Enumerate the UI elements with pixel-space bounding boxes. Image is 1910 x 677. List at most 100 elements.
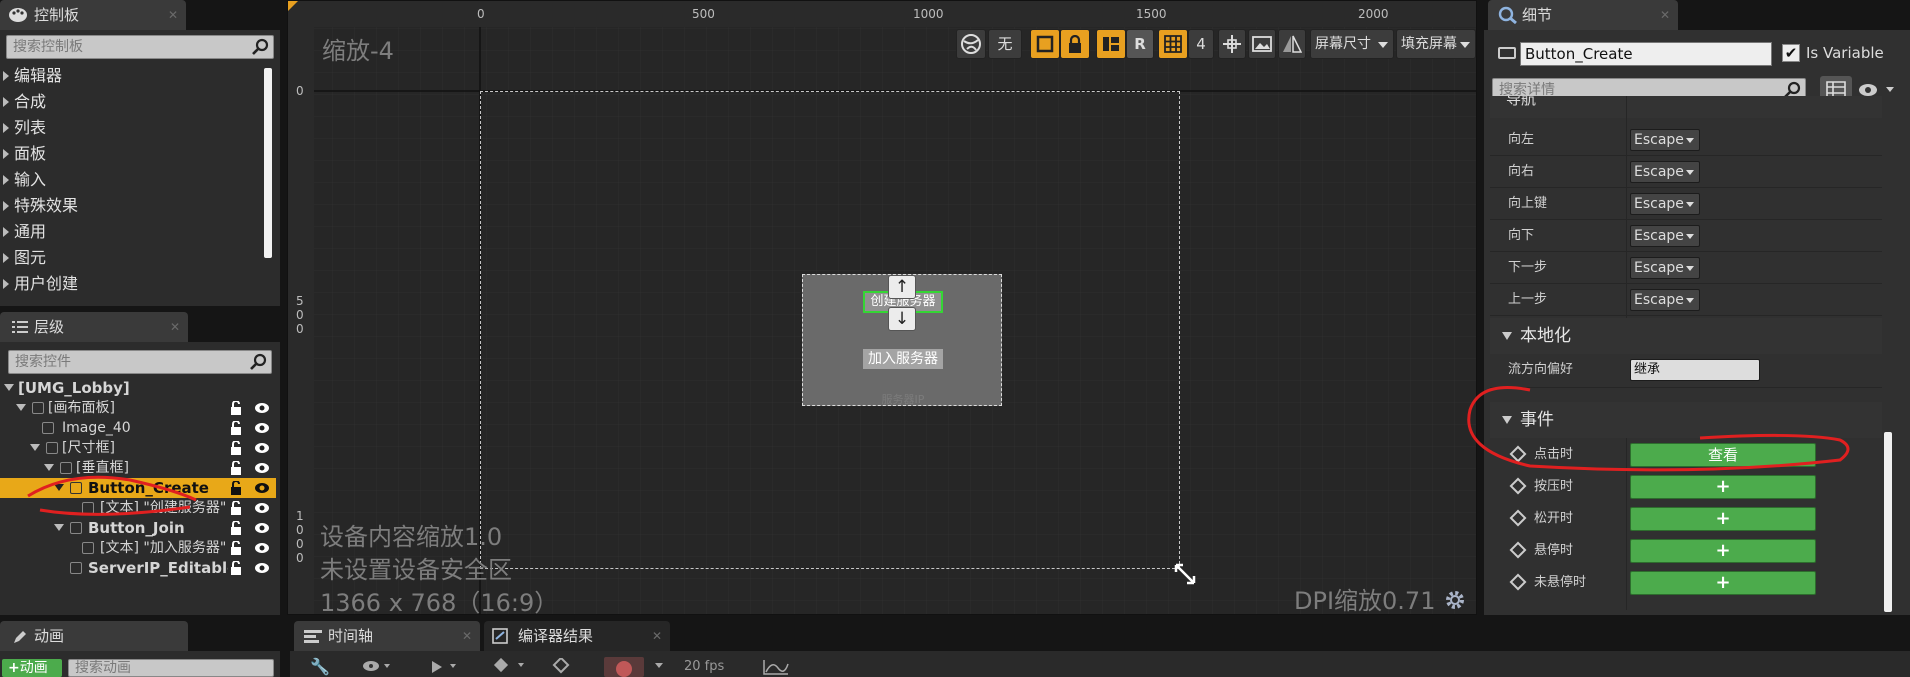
category-common[interactable]: 通用	[0, 219, 46, 245]
category-composite[interactable]: 合成	[0, 89, 46, 115]
close-icon[interactable]: ✕	[462, 621, 472, 651]
animation-tab[interactable]: 动画	[0, 621, 188, 651]
close-icon[interactable]: ✕	[168, 0, 178, 30]
screen-size-dropdown[interactable]: 屏幕尺寸	[1310, 29, 1394, 59]
server-ip-input[interactable]: 服务器IP	[843, 391, 963, 407]
unlock-icon[interactable]	[230, 461, 242, 475]
expand-arrow-icon[interactable]	[44, 464, 54, 471]
hierarchy-item-text-create[interactable]: [文本] "创建服务器"	[0, 498, 276, 518]
search-icon[interactable]	[251, 38, 269, 56]
join-server-button[interactable]: 加入服务器	[863, 349, 943, 369]
events-section-header[interactable]: 事件	[1490, 402, 1882, 438]
unlock-icon[interactable]	[230, 441, 242, 455]
visibility-eye-icon[interactable]	[254, 481, 270, 495]
palette-scrollbar[interactable]	[264, 68, 272, 258]
unlock-icon[interactable]	[230, 401, 242, 415]
hierarchy-item-button-create[interactable]: Button_Create	[0, 478, 276, 498]
unlock-icon[interactable]	[230, 501, 242, 515]
add-event-button[interactable]: +	[1630, 539, 1816, 563]
hierarchy-item-canvas[interactable]: [画布面板]	[0, 398, 276, 418]
hierarchy-item-serverip[interactable]: ServerIP_Editable	[0, 558, 276, 578]
vertical-box-widget[interactable]: 创建服务器 ↑ ↓ 加入服务器 服务器IP	[802, 274, 1002, 406]
details-scrollbar[interactable]	[1884, 432, 1892, 612]
add-event-button[interactable]: +	[1630, 507, 1816, 531]
location-mode-dropdown[interactable]: 无	[988, 29, 1022, 59]
key-icon[interactable]	[552, 658, 572, 674]
category-effects[interactable]: 特殊效果	[0, 193, 78, 219]
expand-arrow-icon[interactable]	[16, 404, 26, 411]
palette-search-input[interactable]: 搜索控制板	[6, 35, 274, 59]
palette-tab[interactable]: 控制板 ✕	[0, 0, 186, 30]
record-button[interactable]	[604, 657, 644, 677]
is-variable-checkbox[interactable]: ✔	[1782, 44, 1800, 62]
timeline-tab[interactable]: 时间轴 ✕	[294, 621, 480, 651]
compiler-results-tab[interactable]: 编译器结果 ✕	[484, 621, 670, 651]
snap-border-button[interactable]	[1030, 29, 1060, 59]
background-image-button[interactable]	[1248, 29, 1276, 59]
category-list[interactable]: 列表	[0, 115, 46, 141]
localization-section-header[interactable]: 本地化	[1490, 318, 1882, 354]
add-event-button[interactable]: +	[1630, 475, 1816, 499]
settings-gear-icon[interactable]	[1444, 589, 1466, 611]
hierarchy-item-vbox[interactable]: [垂直框]	[0, 458, 276, 478]
play-icon[interactable]	[430, 660, 460, 674]
hierarchy-item-button-join[interactable]: Button_Join	[0, 518, 276, 538]
nav-previous-dropdown[interactable]: Escape	[1630, 289, 1700, 311]
grid-size-dropdown[interactable]: 4	[1188, 29, 1214, 59]
unlock-icon[interactable]	[230, 561, 242, 575]
flip-preview-button[interactable]	[1278, 29, 1306, 59]
hierarchy-search-input[interactable]: 搜索控件	[8, 350, 272, 374]
visibility-eye-icon[interactable]	[254, 541, 270, 555]
unlock-icon[interactable]	[230, 541, 242, 555]
eye-icon[interactable]	[362, 660, 392, 672]
designer-viewport[interactable]: 0 500 1000 1500 2000 0 5 0 0 1 0 0 0 缩放-…	[287, 0, 1477, 615]
visibility-eye-icon[interactable]	[254, 561, 270, 575]
view-event-button[interactable]: 查看	[1630, 443, 1816, 467]
curve-icon[interactable]	[762, 658, 790, 676]
unlock-icon[interactable]	[230, 481, 242, 495]
grid-layout-button[interactable]	[1096, 29, 1126, 59]
key-diamond-icon[interactable]	[490, 658, 530, 674]
animation-search-input[interactable]: 搜索动画	[68, 659, 274, 677]
unlock-icon[interactable]	[230, 521, 242, 535]
widget-name-input[interactable]: Button_Create	[1520, 42, 1772, 66]
world-toggle-button[interactable]	[956, 29, 986, 59]
lock-button[interactable]	[1060, 29, 1090, 59]
close-icon[interactable]: ✕	[170, 312, 180, 342]
hierarchy-item-text-join[interactable]: [文本] "加入服务器"	[0, 538, 276, 558]
move-down-arrow-icon[interactable]: ↓	[888, 307, 916, 331]
details-tab[interactable]: 细节 ✕	[1488, 0, 1678, 30]
expand-arrow-icon[interactable]	[30, 444, 40, 451]
category-editor[interactable]: 编辑器	[0, 63, 62, 89]
visibility-eye-icon[interactable]	[254, 461, 270, 475]
nav-left-dropdown[interactable]: Escape	[1630, 129, 1700, 151]
grid-snap-button[interactable]	[1158, 29, 1188, 59]
add-animation-button[interactable]: +动画	[2, 659, 62, 677]
fill-screen-dropdown[interactable]: 填充屏幕	[1396, 29, 1476, 59]
transform-button[interactable]	[1218, 29, 1246, 59]
visibility-eye-icon[interactable]	[254, 501, 270, 515]
nav-next-dropdown[interactable]: Escape	[1630, 257, 1700, 279]
expand-arrow-icon[interactable]	[54, 524, 64, 531]
hierarchy-item-root[interactable]: [UMG_Lobby]	[0, 378, 276, 398]
hierarchy-tab[interactable]: 层级 ✕	[0, 312, 188, 342]
expand-arrow-icon[interactable]	[54, 484, 64, 491]
hierarchy-item-image[interactable]: Image_40	[0, 418, 276, 438]
resize-handle-icon[interactable]	[1173, 562, 1197, 586]
category-primitive[interactable]: 图元	[0, 245, 46, 271]
category-panel[interactable]: 面板	[0, 141, 46, 167]
fps-dropdown[interactable]: 20 fps	[684, 659, 724, 674]
expand-arrow-icon[interactable]	[4, 384, 14, 391]
move-up-arrow-icon[interactable]: ↑	[888, 275, 916, 299]
nav-right-dropdown[interactable]: Escape	[1630, 161, 1700, 183]
nav-section-header[interactable]: 导航	[1490, 96, 1882, 118]
visibility-eye-icon[interactable]	[254, 521, 270, 535]
close-icon[interactable]: ✕	[652, 621, 662, 651]
visibility-eye-icon[interactable]	[254, 421, 270, 435]
wrench-icon[interactable]: 🔧	[310, 657, 330, 676]
flow-direction-dropdown[interactable]: 继承	[1630, 359, 1760, 381]
category-input[interactable]: 输入	[0, 167, 46, 193]
visibility-eye-icon[interactable]	[254, 441, 270, 455]
category-user-created[interactable]: 用户创建	[0, 271, 78, 297]
reset-r-button[interactable]: R	[1126, 29, 1154, 59]
